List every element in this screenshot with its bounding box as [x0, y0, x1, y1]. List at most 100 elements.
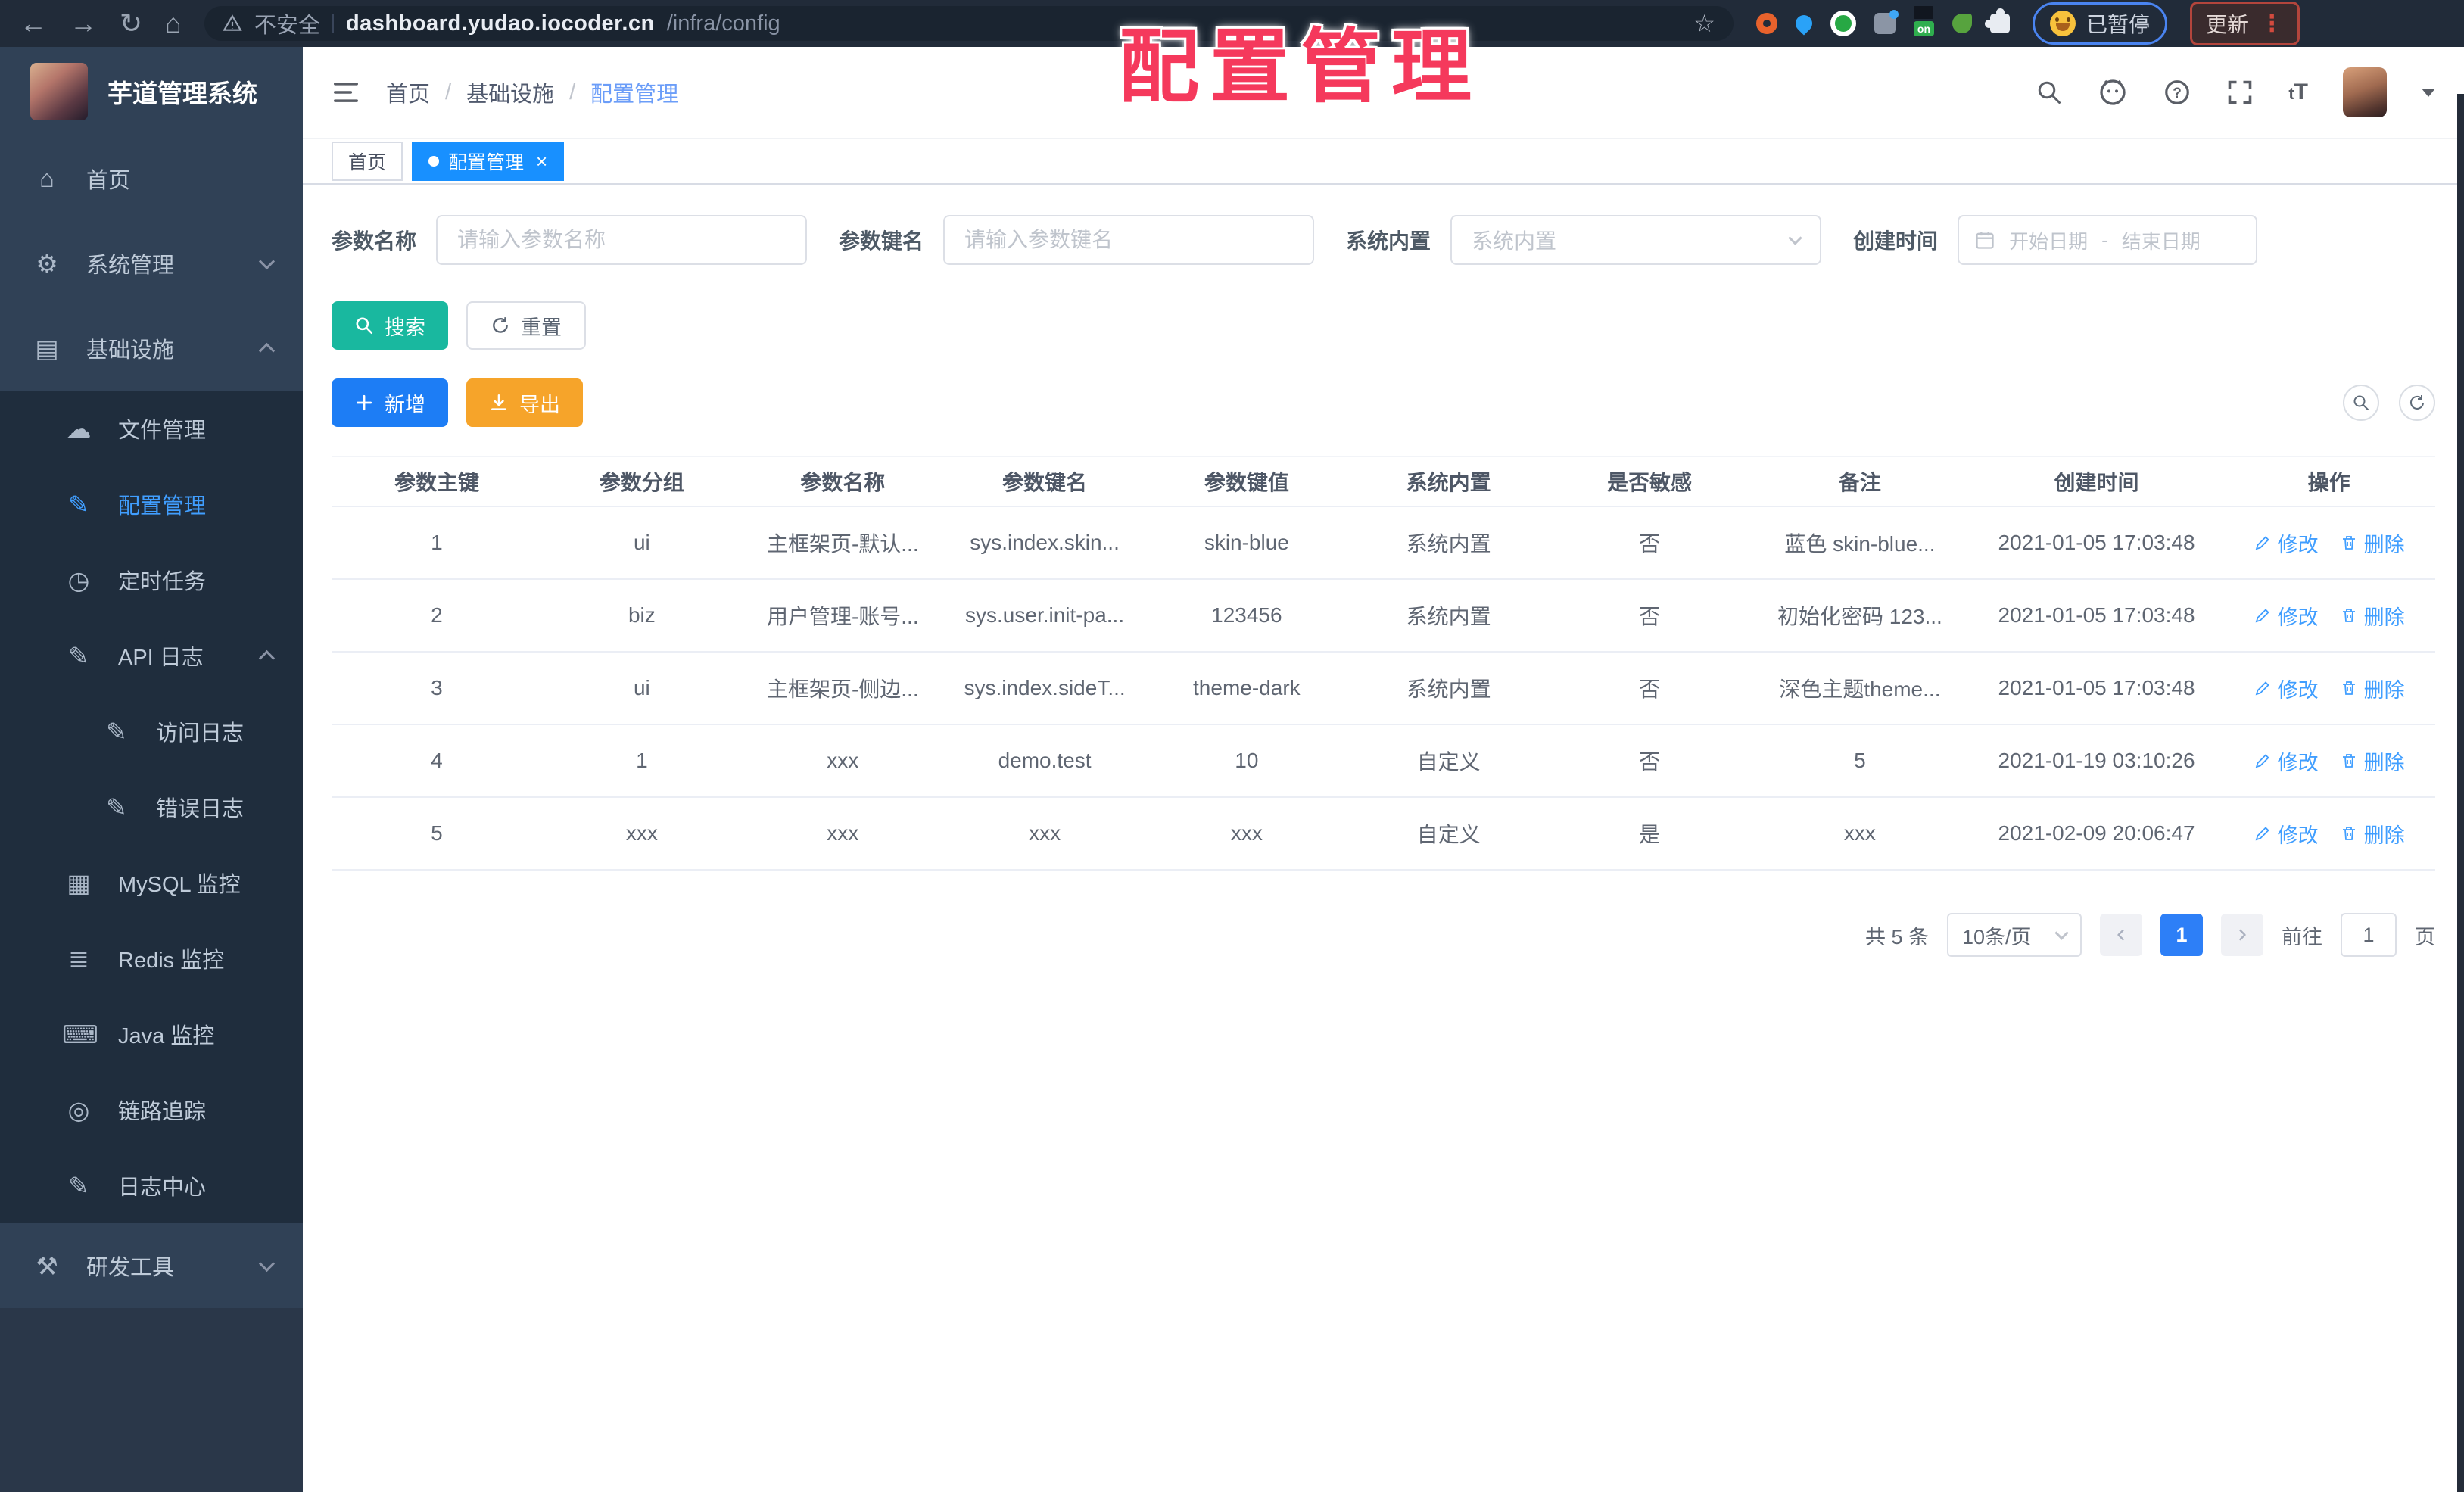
breadcrumb-infra[interactable]: 基础设施	[466, 76, 554, 108]
builtin-select[interactable]: 系统内置	[1450, 215, 1822, 265]
edit-link[interactable]: 修改	[2254, 746, 2319, 776]
logo-row[interactable]: 芋道管理系统	[0, 47, 303, 136]
grid-icon: ▤	[35, 334, 59, 363]
address-bar[interactable]: 不安全 dashboard.yudao.iocoder.cn/infra/con…	[204, 6, 1734, 41]
trash-icon	[2342, 754, 2355, 768]
refresh-table-button[interactable]	[2399, 385, 2435, 421]
sidebar-item-system[interactable]: ⚙ 系统管理	[0, 221, 303, 306]
sidebar-item-access-log[interactable]: ✎ 访问日志	[0, 693, 303, 769]
hamburger-icon[interactable]	[332, 78, 360, 107]
sidebar-item-redis[interactable]: ≣ Redis 监控	[0, 920, 303, 996]
sidebar-item-file[interactable]: ☁ 文件管理	[0, 391, 303, 466]
edit-link[interactable]: 修改	[2254, 601, 2319, 631]
table-cell: skin-blue	[1145, 506, 1348, 580]
next-page-button[interactable]	[2221, 914, 2263, 956]
calendar-icon	[1976, 232, 1994, 249]
delete-link[interactable]: 删除	[2340, 528, 2405, 558]
download-icon	[491, 394, 506, 410]
back-icon[interactable]: ←	[20, 10, 47, 37]
sidebar-item-log-center[interactable]: ✎ 日志中心	[0, 1148, 303, 1223]
table-cell: xxx	[1145, 797, 1348, 871]
goto-label: 前往	[2282, 925, 2322, 948]
extension-leaf-icon[interactable]	[1952, 14, 1973, 33]
home-icon[interactable]: ⌂	[165, 10, 182, 37]
clock-icon: ◷	[67, 565, 90, 594]
tab-config[interactable]: 配置管理 ×	[412, 141, 565, 181]
reload-icon[interactable]: ↻	[120, 10, 142, 37]
edit-link[interactable]: 修改	[2254, 819, 2319, 849]
search-button[interactable]: 搜索	[332, 301, 448, 350]
show-search-button[interactable]	[2343, 385, 2379, 421]
sidebar-item-trace[interactable]: ◎ 链路追踪	[0, 1072, 303, 1148]
sidebar-item-home[interactable]: ⌂ 首页	[0, 136, 303, 221]
export-button[interactable]: 导出	[466, 378, 583, 427]
search-icon	[2353, 395, 2369, 410]
menu-dots-icon[interactable]: ⋮	[2260, 11, 2284, 37]
table-cell: xxx	[741, 797, 944, 871]
forward-icon[interactable]: →	[70, 10, 97, 37]
avatar[interactable]	[2343, 67, 2387, 117]
paused-badge[interactable]: 已暂停	[2033, 2, 2168, 45]
extension-pin-icon[interactable]	[1792, 11, 1816, 36]
extension-orange-icon[interactable]	[1755, 13, 1777, 34]
operation-cell: 修改 删除	[2223, 724, 2435, 798]
trash-icon	[2342, 609, 2355, 622]
github-icon[interactable]	[2098, 77, 2128, 107]
table-cell: 否	[1550, 724, 1750, 798]
sidebar-item-java[interactable]: ⌨ Java 监控	[0, 996, 303, 1072]
font-size-icon[interactable]: tT	[2288, 79, 2308, 105]
extension-on-icon[interactable]: on	[1913, 11, 1935, 36]
fullscreen-icon[interactable]	[2226, 79, 2254, 106]
tab-label: 配置管理	[448, 151, 525, 173]
prev-page-button[interactable]	[2100, 914, 2142, 956]
table-cell: 否	[1550, 652, 1750, 725]
extension-green-icon[interactable]	[1830, 11, 1856, 36]
table-cell: 初始化密码 123...	[1749, 579, 1970, 653]
param-name-input[interactable]	[436, 215, 808, 265]
update-button[interactable]: 更新 ⋮	[2190, 2, 2300, 45]
sidebar-item-mysql[interactable]: ▦ MySQL 监控	[0, 845, 303, 920]
extensions-puzzle-icon[interactable]	[1985, 8, 2011, 33]
delete-link[interactable]: 删除	[2340, 746, 2405, 776]
table-cell: ui	[541, 652, 742, 725]
date-range-picker[interactable]: 开始日期 - 结束日期	[1958, 215, 2258, 265]
close-icon[interactable]: ×	[536, 151, 547, 171]
table-icon: ▦	[67, 868, 91, 897]
delete-link[interactable]: 删除	[2340, 601, 2405, 631]
caret-down-icon[interactable]	[2422, 88, 2435, 97]
reset-button[interactable]: 重置	[466, 301, 586, 350]
delete-link[interactable]: 删除	[2340, 674, 2405, 703]
help-icon[interactable]: ?	[2163, 78, 2191, 107]
page-number-1[interactable]: 1	[2160, 914, 2203, 956]
breadcrumb: 首页 / 基础设施 / 配置管理	[386, 76, 678, 108]
goto-page-input[interactable]	[2341, 913, 2397, 957]
chevron-down-icon	[1788, 230, 1802, 245]
breadcrumb-home[interactable]: 首页	[386, 76, 430, 108]
sidebar-item-job[interactable]: ◷ 定时任务	[0, 542, 303, 618]
search-icon[interactable]	[2036, 79, 2063, 106]
param-key-input[interactable]	[943, 215, 1315, 265]
bookmark-star-icon[interactable]: ☆	[1693, 9, 1715, 38]
breadcrumb-current: 配置管理	[590, 83, 679, 107]
edit-link[interactable]: 修改	[2254, 528, 2319, 558]
trash-icon	[2342, 536, 2355, 550]
sidebar-item-api-log[interactable]: ✎ API 日志	[0, 618, 303, 693]
page-size-select[interactable]: 10条/页	[1947, 913, 2082, 957]
trash-icon	[2342, 681, 2355, 695]
browser-chrome: ← → ↻ ⌂ 不安全 dashboard.yudao.iocoder.cn/i…	[0, 0, 2464, 47]
table-cell: 3	[332, 652, 542, 725]
extension-gray-icon[interactable]	[1874, 10, 1899, 34]
sidebar-item-config[interactable]: ✎ 配置管理	[0, 466, 303, 542]
table-row: 2 biz 用户管理-账号... sys.user.init-pa... 123456 系…	[332, 579, 2435, 653]
sidebar-item-error-log[interactable]: ✎ 错误日志	[0, 769, 303, 845]
sidebar-item-dev-tools[interactable]: ⚒ 研发工具	[0, 1223, 303, 1308]
stack-icon: ≣	[68, 944, 89, 973]
column-header: 参数分组	[541, 456, 742, 507]
tab-home[interactable]: 首页	[332, 141, 403, 181]
plus-icon	[356, 394, 372, 411]
column-header: 系统内置	[1347, 456, 1550, 507]
sidebar-item-infra[interactable]: ▤ 基础设施	[0, 306, 303, 391]
edit-link[interactable]: 修改	[2254, 674, 2319, 703]
delete-link[interactable]: 删除	[2340, 819, 2405, 849]
add-button[interactable]: 新增	[332, 378, 448, 427]
